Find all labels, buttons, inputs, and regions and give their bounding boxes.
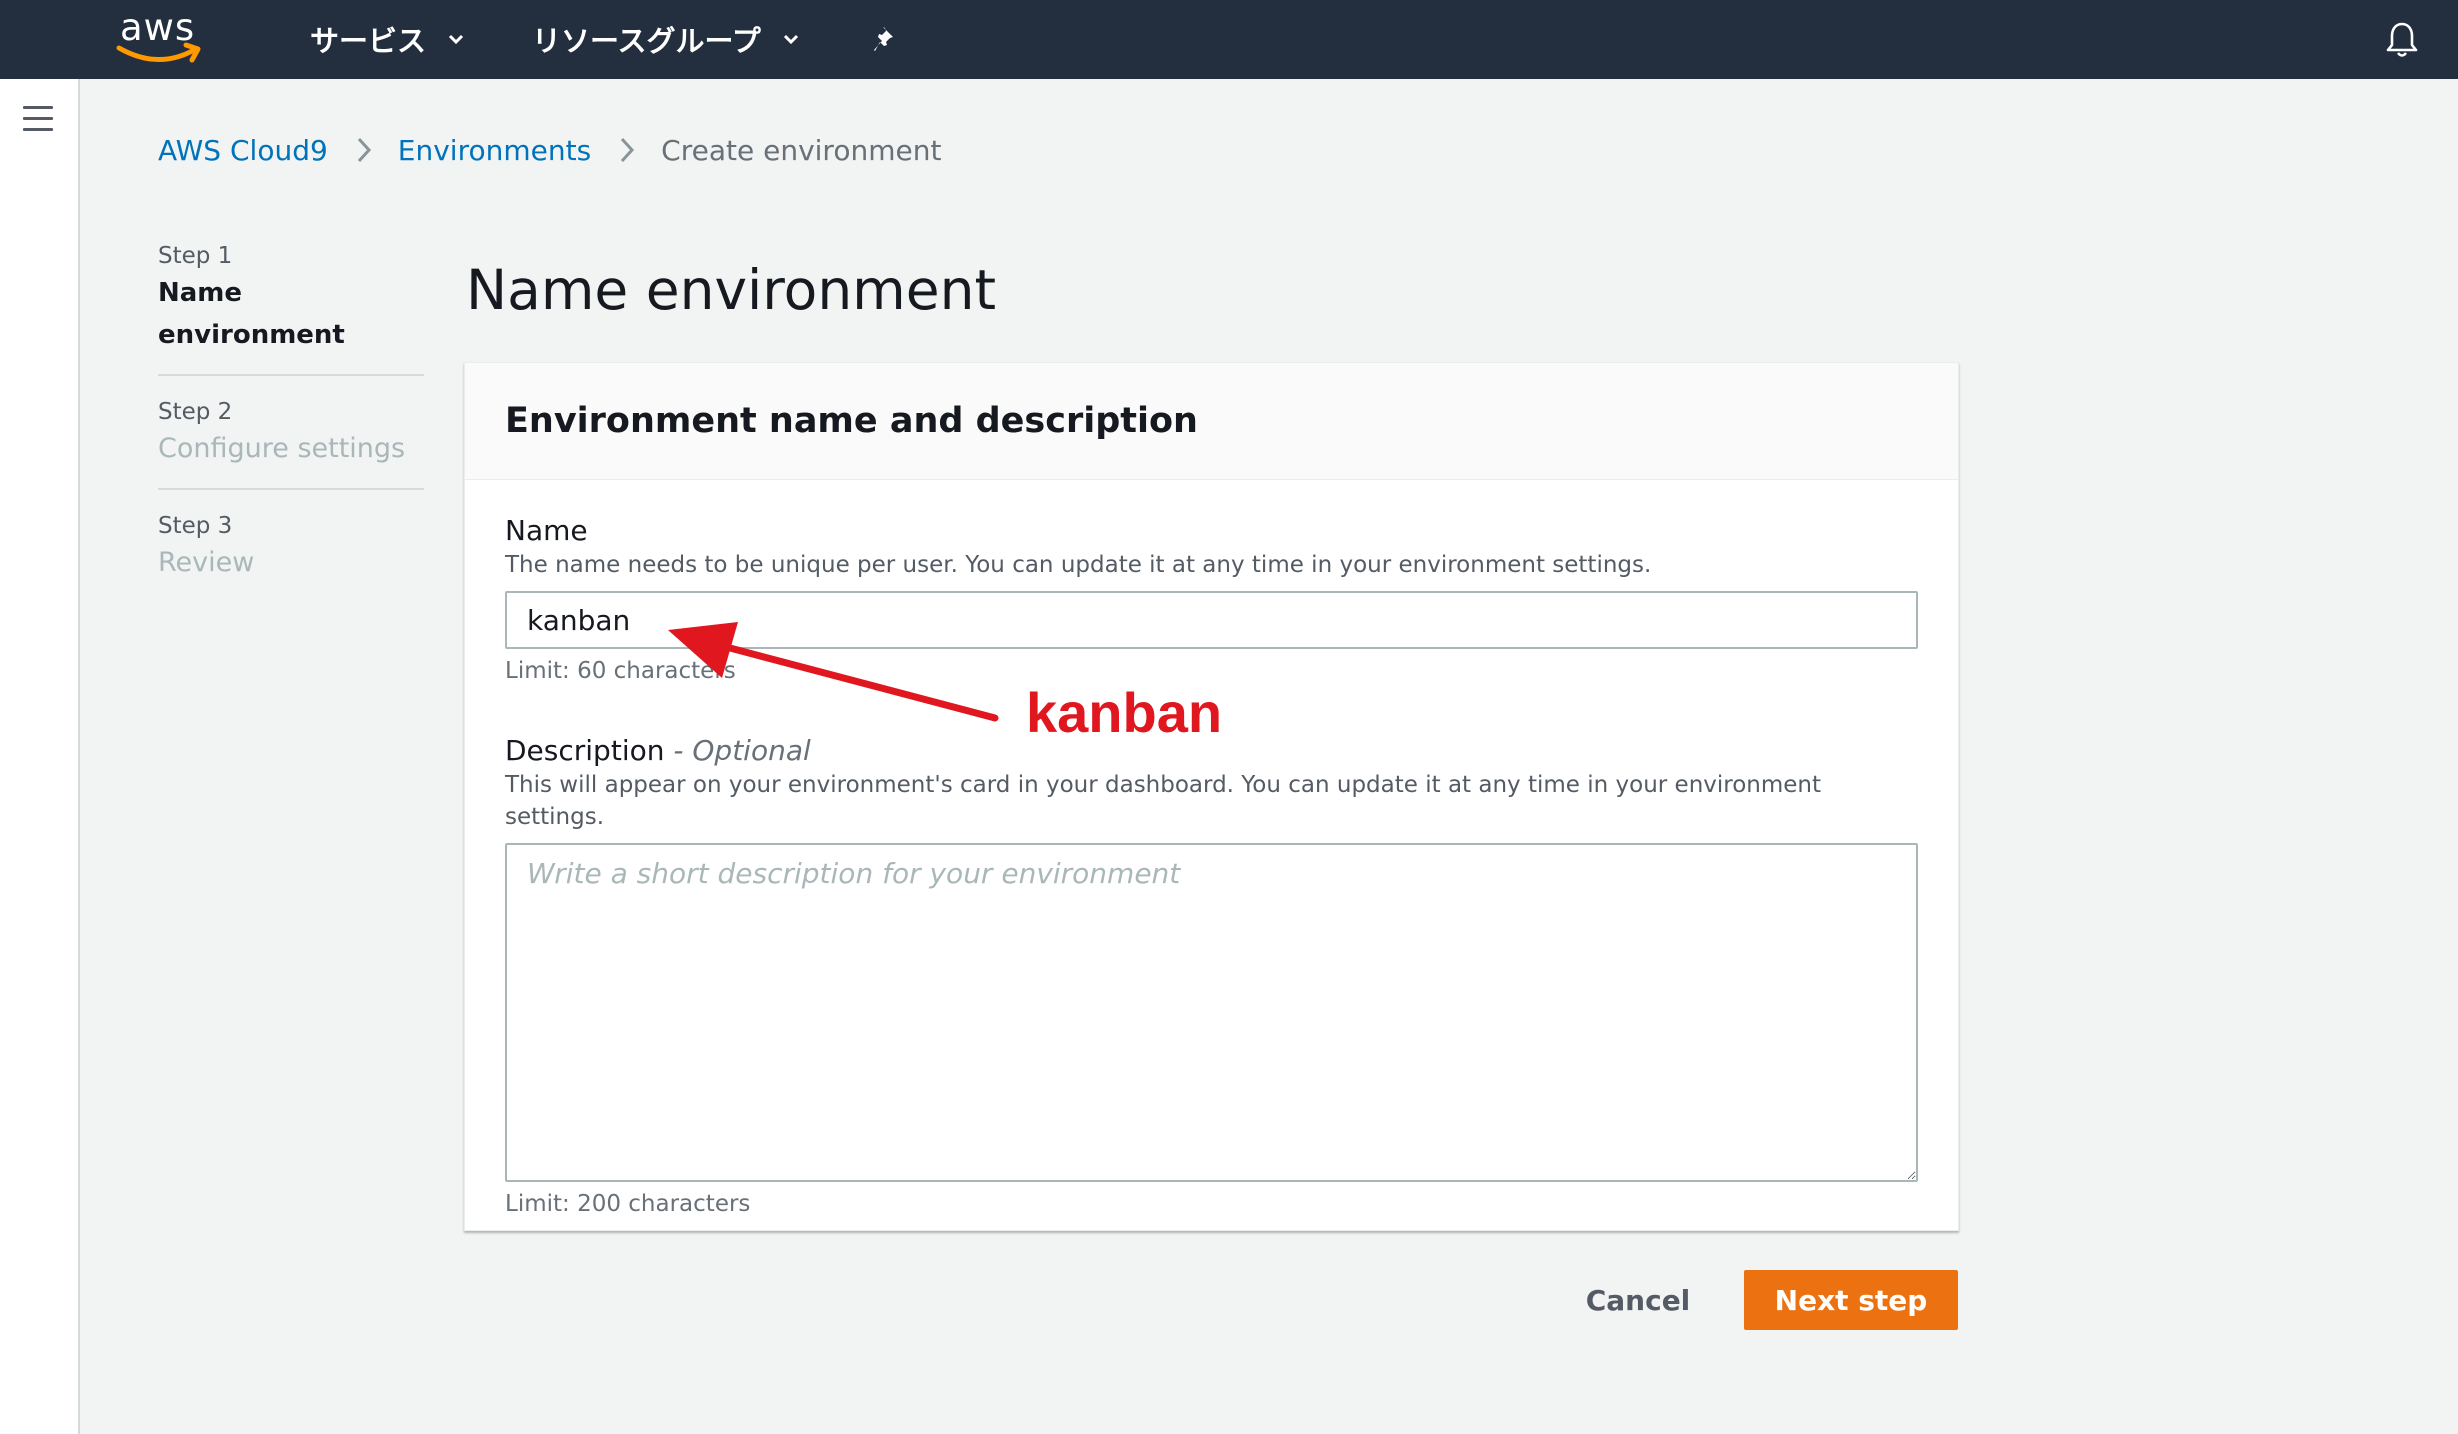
wizard-step-2[interactable]: Step 2 Configure settings xyxy=(158,396,424,490)
name-field-description: The name needs to be unique per user. Yo… xyxy=(505,552,1652,578)
optional-tag: - Optional xyxy=(673,734,811,767)
wizard-step-3[interactable]: Step 3 Review xyxy=(158,510,424,602)
breadcrumb: AWS Cloud9 Environments Create environme… xyxy=(158,130,941,170)
aws-smile-icon xyxy=(116,42,201,63)
step-number: Step 1 xyxy=(158,243,233,269)
section-title: Environment name and description xyxy=(505,401,1198,441)
annotation-label: kanban xyxy=(1026,681,1223,744)
description-field-group: Description - Optional This will appear … xyxy=(505,733,1918,1220)
pin-icon[interactable] xyxy=(872,24,902,54)
resource-groups-menu[interactable]: リソースグループ xyxy=(532,18,801,60)
chevron-right-icon xyxy=(621,137,635,163)
wizard-step-1[interactable]: Step 1 Name environment xyxy=(158,240,424,376)
top-navigation-bar: aws サービス リソースグループ xyxy=(0,0,2458,79)
environment-name-container: Environment name and description Name Th… xyxy=(464,362,1959,1231)
chevron-down-icon xyxy=(783,34,798,45)
resource-groups-menu-label: リソースグループ xyxy=(532,24,761,58)
services-menu-label: サービス xyxy=(310,24,427,58)
breadcrumb-current-page: Create environment xyxy=(661,133,942,167)
services-menu[interactable]: サービス xyxy=(310,18,466,60)
step-number: Step 3 xyxy=(158,513,233,539)
chevron-down-icon xyxy=(448,34,464,45)
next-step-button[interactable]: Next step xyxy=(1744,1270,1958,1330)
container-header: Environment name and description xyxy=(465,363,1958,480)
breadcrumb-link-cloud9[interactable]: AWS Cloud9 xyxy=(158,134,328,167)
step-title: Name environment xyxy=(158,278,345,350)
breadcrumb-link-environments[interactable]: Environments xyxy=(398,134,591,167)
step-title: Configure settings xyxy=(158,433,406,464)
name-input[interactable] xyxy=(505,591,1918,649)
page-title: Name environment xyxy=(466,258,997,322)
name-field-group: Name The name needs to be unique per use… xyxy=(505,513,1918,687)
name-field-label: Name xyxy=(505,514,588,547)
wizard-steps: Step 1 Name environment Step 2 Configure… xyxy=(158,240,424,622)
step-title: Review xyxy=(158,547,255,578)
step-number: Step 2 xyxy=(158,399,233,425)
description-field-limit: Limit: 200 characters xyxy=(505,1191,751,1217)
chevron-right-icon xyxy=(357,137,371,163)
description-label-text: Description xyxy=(505,734,665,767)
notifications-bell-icon[interactable] xyxy=(2384,20,2420,60)
cancel-button[interactable]: Cancel xyxy=(1565,1270,1711,1330)
menu-hamburger-icon[interactable] xyxy=(23,106,53,132)
description-field-description: This will appear on your environment's c… xyxy=(505,772,1822,830)
description-textarea[interactable] xyxy=(505,843,1918,1182)
side-navigation-collapsed xyxy=(0,79,80,1434)
aws-logo[interactable]: aws xyxy=(116,6,206,70)
